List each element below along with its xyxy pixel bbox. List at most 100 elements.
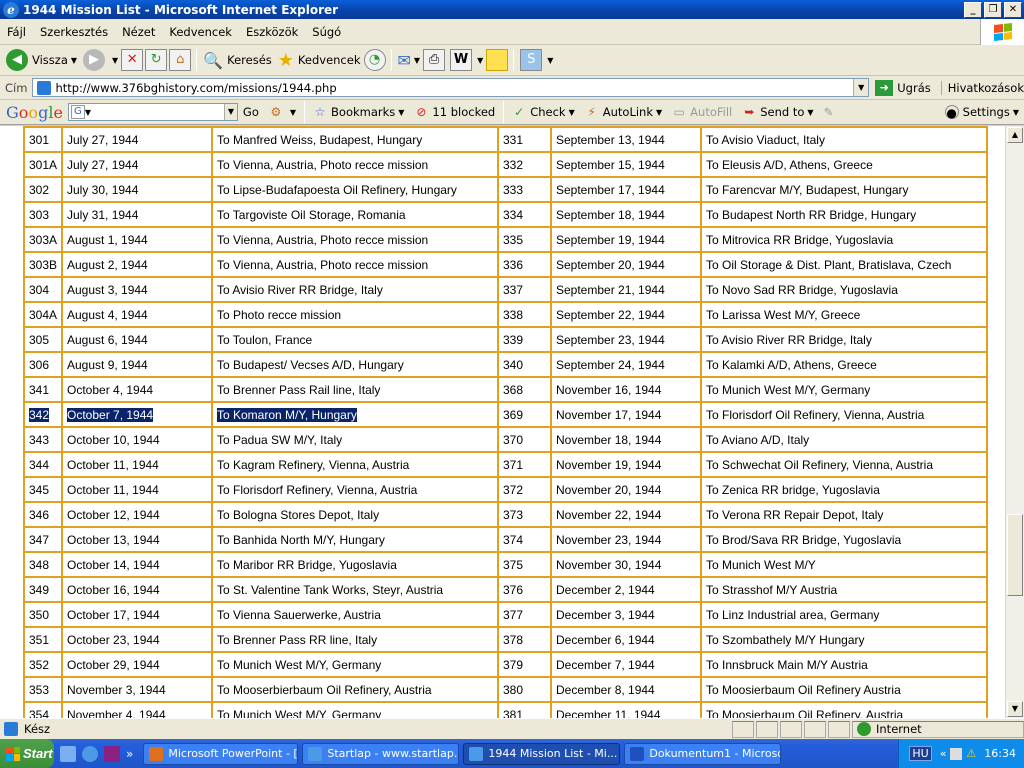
task-startlap[interactable]: Startlap - www.startlap.... — [302, 742, 460, 765]
mission-target: To Avisio Viaduct, Italy — [706, 132, 825, 147]
language-indicator[interactable]: HU — [909, 746, 932, 761]
chevron-right-icon[interactable]: » — [126, 747, 133, 761]
mission-target-cell: To Avisio River RR Bridge, Italy — [211, 276, 499, 303]
chevron-down-icon[interactable]: ▼ — [853, 79, 869, 96]
scroll-down-icon[interactable]: ▼ — [1007, 701, 1023, 717]
stop-icon[interactable]: ✕ — [121, 49, 144, 71]
toolbar-separator — [304, 101, 306, 123]
mission-number-cell: 370 — [497, 426, 552, 453]
chevron-down-icon[interactable]: ▼ — [85, 108, 91, 117]
mission-number-cell: 348 — [23, 551, 63, 578]
highlight-icon[interactable]: ✎ — [819, 101, 839, 123]
google-engine-icon[interactable]: G — [70, 105, 85, 119]
edit-button[interactable]: W ▼ — [447, 46, 486, 74]
autolink-button[interactable]: ⚡ AutoLink ▼ — [580, 101, 667, 123]
ie-icon[interactable] — [82, 745, 98, 762]
mission-target-cell: To Strasshof M/Y Austria — [700, 576, 988, 603]
chevron-down-icon[interactable]: ▼ — [112, 56, 118, 65]
menu-favorites[interactable]: Kedvencek — [162, 25, 239, 39]
mission-date: October 11, 1944 — [67, 482, 159, 497]
mission-target: To Avisio River RR Bridge, Italy — [706, 332, 872, 347]
mission-date: November 22, 1944 — [556, 507, 662, 522]
mission-date: August 3, 1944 — [67, 282, 148, 297]
status-pane — [780, 720, 802, 738]
chevron-down-icon[interactable]: ▼ — [71, 56, 77, 65]
mission-target-cell: To Maribor RR Bridge, Yugoslavia — [211, 551, 499, 578]
address-input[interactable]: http://www.376bghistory.com/missions/194… — [32, 78, 870, 97]
chevron-down-icon: ▼ — [1012, 107, 1019, 117]
maximize-button[interactable]: ❐ — [984, 1, 1002, 18]
mission-date-cell: October 11, 1944 — [61, 451, 213, 478]
task-mission-list[interactable]: 1944 Mission List - Mi... — [463, 742, 621, 765]
address-url[interactable]: http://www.376bghistory.com/missions/194… — [55, 81, 853, 95]
mission-target: To Linz Industrial area, Germany — [706, 607, 880, 622]
minimize-button[interactable]: _ — [964, 1, 982, 18]
mission-target-cell: To Komaron M/Y, Hungary — [211, 401, 499, 428]
menu-tools[interactable]: Eszközök — [239, 25, 305, 39]
mission-date: December 3, 1944 — [556, 607, 655, 622]
mission-number-cell: 334 — [497, 201, 552, 228]
settings-label: Settings — [962, 105, 1010, 119]
page-content: 301 July 27, 1944 To Manfred Weiss, Budape… — [0, 126, 1005, 718]
mission-target-cell: To Vienna Sauerwerke, Austria — [211, 601, 499, 628]
chevron-down-icon: ▼ — [656, 107, 663, 117]
google-go-button[interactable]: Go — [238, 101, 264, 123]
chevron-down-icon[interactable]: ▼ — [223, 104, 237, 120]
favorites-button[interactable]: ★ Kedvencek — [275, 46, 364, 74]
mission-date-cell: September 23, 1944 — [550, 326, 702, 353]
mission-date: September 24, 1944 — [556, 357, 665, 372]
start-button[interactable]: Start — [0, 739, 54, 768]
bookmarks-button[interactable]: ☆ Bookmarks ▼ — [308, 101, 409, 123]
mail-button[interactable]: ✉ ▼ — [395, 46, 424, 74]
mission-number: 370 — [503, 432, 524, 447]
mission-target: To Moosierbaum Oil Refinery, Austria — [706, 707, 904, 719]
mission-date-cell: August 1, 1944 — [61, 226, 213, 253]
menu-edit[interactable]: Szerkesztés — [33, 25, 115, 39]
notes-icon[interactable] — [486, 49, 509, 71]
scroll-thumb[interactable] — [1007, 514, 1023, 596]
zone-label: Internet — [876, 722, 922, 736]
check-button[interactable]: ✓ Check ▼ — [507, 101, 580, 123]
save-icon[interactable] — [104, 745, 120, 762]
vertical-scrollbar[interactable]: ▲ ▼ — [1005, 126, 1024, 718]
popup-blocker-button[interactable]: ⊘ 11 blocked — [409, 101, 500, 123]
menu-help[interactable]: Súgó — [305, 25, 348, 39]
task-powerpoint[interactable]: Microsoft PowerPoint - [... — [143, 742, 299, 765]
mission-number: 303 — [29, 207, 50, 222]
mission-target-cell: To Novo Sad RR Bridge, Yugoslavia — [700, 276, 988, 303]
sendto-button[interactable]: ➥ Send to ▼ — [737, 101, 818, 123]
menu-view[interactable]: Nézet — [115, 25, 162, 39]
scroll-up-icon[interactable]: ▲ — [1007, 127, 1023, 143]
search-button[interactable]: 🔍 Keresés — [200, 46, 275, 74]
forward-button[interactable]: ▶ ▼ — [80, 46, 121, 74]
print-icon[interactable]: ⎙ — [423, 49, 446, 71]
mission-date: September 18, 1944 — [556, 207, 665, 222]
mission-date: September 20, 1944 — [556, 257, 665, 272]
mission-target: To Larissa West M/Y, Greece — [706, 307, 861, 322]
home-icon[interactable]: ⌂ — [169, 49, 192, 71]
back-label: Vissza — [32, 53, 68, 67]
mission-number: 333 — [503, 182, 524, 197]
autofill-button[interactable]: ▭ AutoFill — [667, 101, 737, 123]
mission-number: 371 — [503, 457, 524, 472]
mission-target: To Vienna, Austria, Photo recce mission — [217, 232, 429, 247]
go-button[interactable]: ➜ Ugrás — [875, 79, 931, 96]
back-button[interactable]: ◀ Vissza ▼ — [3, 46, 80, 74]
messenger-button[interactable]: S ▼ — [517, 46, 556, 74]
gear-icon: ⚙ — [270, 105, 282, 119]
links-button[interactable]: Hivatkozások — [940, 80, 1024, 95]
google-search-input[interactable]: G ▼ ▼ — [67, 103, 238, 121]
gear-button[interactable]: ⚙ ▼ — [264, 101, 301, 123]
chevron-left-icon[interactable]: « — [940, 747, 947, 760]
history-icon[interactable]: ◔ — [363, 49, 386, 71]
desktop-icon[interactable] — [60, 745, 76, 762]
mission-date: November 19, 1944 — [556, 457, 662, 472]
task-word[interactable]: Dokumentum1 - Microsof... — [624, 742, 782, 765]
refresh-icon[interactable]: ↻ — [145, 49, 168, 71]
settings-button[interactable]: ● Settings ▼ — [940, 101, 1024, 123]
menu-file[interactable]: Fájl — [0, 25, 33, 39]
volume-icon[interactable] — [950, 747, 963, 760]
close-button[interactable]: ✕ — [1004, 1, 1022, 18]
table-row: 352 October 29, 1944 To Munich West M/Y, G… — [23, 651, 988, 678]
warning-icon[interactable]: ⚠ — [966, 747, 976, 760]
